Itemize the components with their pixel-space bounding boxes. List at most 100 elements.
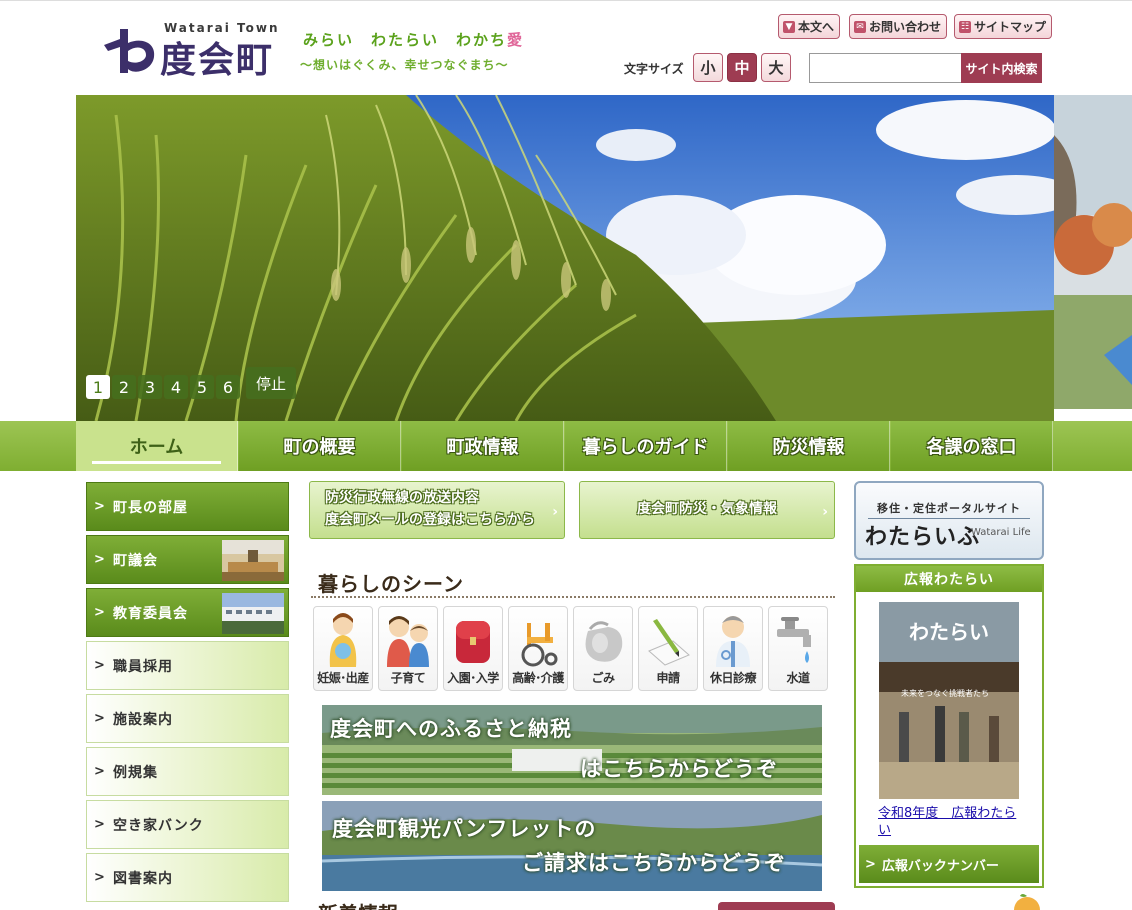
chevron-right-icon: ›	[552, 504, 558, 520]
scene-label: 妊娠･出産	[317, 671, 369, 685]
site-search-button[interactable]: サイト内検索	[961, 53, 1042, 83]
slide-page-3[interactable]: 3	[138, 375, 162, 399]
newsletter-back-numbers-button[interactable]: > 広報バックナンバー	[859, 845, 1039, 883]
slide-page-1[interactable]: 1	[86, 375, 110, 399]
scene-label: 高齢･介護	[512, 671, 564, 685]
tourism-pamphlet-banner[interactable]: 度会町観光パンフレットの ご請求はこちらからどうぞ	[322, 801, 822, 891]
banner-line-1: 防災行政無線の放送内容	[325, 490, 479, 507]
scene-section-title: 暮らしのシーン	[318, 572, 464, 596]
scene-pregnancy[interactable]: 妊娠･出産	[313, 606, 373, 691]
scene-elderly-care[interactable]: 高齢･介護	[508, 606, 568, 691]
left-menu-label: 教育委員会	[113, 605, 188, 622]
font-size-label: 文字サイズ	[624, 62, 684, 76]
hero-next-slide-preview	[1054, 95, 1132, 409]
sitemap-button[interactable]: ☷ サイトマップ	[954, 14, 1053, 39]
newsletter-cover[interactable]: わたらい 未来をつなぐ挑戦者たち	[879, 602, 1019, 799]
scene-label: 休日診療	[709, 671, 757, 685]
wheelchair-icon	[521, 623, 558, 667]
nav-disaster-info[interactable]: 防災情報	[728, 421, 890, 471]
font-size-large-button[interactable]: 大	[761, 53, 791, 82]
left-menu-library[interactable]: > 図書案内	[86, 853, 289, 902]
chevron-right-icon: >	[94, 711, 106, 726]
left-menu-facilities[interactable]: > 施設案内	[86, 694, 289, 743]
left-menu-vacant-house-bank[interactable]: > 空き家バンク	[86, 800, 289, 849]
nav-living-guide[interactable]: 暮らしのガイド	[565, 421, 727, 471]
left-menu-label: 図書案内	[113, 870, 173, 887]
left-menu-ordinances[interactable]: > 例規集	[86, 747, 289, 796]
site-search-input[interactable]	[809, 53, 962, 83]
left-menu-recruitment[interactable]: > 職員採用	[86, 641, 289, 690]
nav-departments[interactable]: 各課の窓口	[891, 421, 1053, 471]
newsletter-link[interactable]: 令和8年度 広報わたらい	[878, 806, 1028, 840]
slider-stop-button[interactable]: 停止	[246, 367, 296, 399]
migration-portal-banner[interactable]: 移住・定住ポータルサイト わたらいふ Watarai Life	[854, 481, 1044, 560]
town-emblem-icon	[104, 29, 155, 73]
assembly-hall-thumbnail	[222, 540, 284, 581]
mascot-icon	[1014, 894, 1040, 910]
skip-to-content-button[interactable]: ▼ 本文へ	[778, 14, 841, 39]
left-menu-label: 例規集	[113, 764, 158, 781]
scene-water-supply[interactable]: 水道	[768, 606, 828, 691]
scene-holiday-clinic[interactable]: 休日診療	[703, 606, 763, 691]
scene-garbage[interactable]: ごみ	[573, 606, 633, 691]
furusato-tax-banner[interactable]: 度会町へのふるさと納税 はこちらからどうぞ	[322, 705, 822, 795]
school-backpack-icon	[456, 621, 490, 663]
newsletter-title: 広報わたらい	[856, 566, 1042, 592]
scene-school-entry[interactable]: 入園･入学	[443, 606, 503, 691]
chevron-right-icon: >	[94, 817, 106, 832]
left-menu-label: 施設案内	[113, 711, 173, 728]
slide-page-4[interactable]: 4	[164, 375, 188, 399]
banner-line-1: 度会町観光パンフレットの	[332, 817, 597, 841]
pregnant-woman-icon	[329, 613, 357, 667]
nav-home[interactable]: ホーム	[76, 421, 238, 471]
left-menu-label: 空き家バンク	[113, 817, 204, 834]
scene-label: 入園･入学	[447, 671, 499, 685]
left-menu-education-board[interactable]: > 教育委員会	[86, 588, 289, 637]
pen-paper-icon	[648, 619, 690, 666]
sub-catchphrase: 〜想いはぐくみ、幸せつなぐまち〜	[300, 58, 509, 72]
site-logo[interactable]: Watarai Town 度会町	[98, 21, 288, 81]
section-divider	[311, 596, 835, 598]
scene-label: 水道	[786, 671, 810, 685]
chevron-right-icon: >	[94, 870, 106, 885]
sitemap-label: サイトマップ	[974, 20, 1047, 34]
newsletter-box: 広報わたらい わたらい 未来をつなぐ挑戦者たち 令和8年度 広報わたらい > 広…	[854, 564, 1044, 888]
slide-page-5[interactable]: 5	[190, 375, 214, 399]
banner-label: 度会町防災・気象情報	[637, 501, 777, 518]
cover-caption: 未来をつなぐ挑戦者たち	[901, 689, 989, 698]
portal-english: Watarai Life	[971, 527, 1031, 538]
news-list-button[interactable]	[718, 902, 835, 910]
global-nav: ホーム 町の概要 町政情報 暮らしのガイド 防災情報 各課の窓口	[0, 421, 1132, 471]
slide-page-6[interactable]: 6	[216, 375, 240, 399]
font-size-medium-button[interactable]: 中	[727, 53, 757, 82]
chevron-right-icon: >	[94, 499, 106, 514]
font-size-small-button[interactable]: 小	[693, 53, 723, 82]
nav-town-overview[interactable]: 町の概要	[239, 421, 401, 471]
garbage-bag-icon	[585, 621, 623, 662]
left-menu-mayor[interactable]: > 町長の部屋	[86, 482, 289, 531]
slide-page-2[interactable]: 2	[112, 375, 136, 399]
chevron-right-icon: >	[94, 658, 106, 673]
scene-childcare[interactable]: 子育て	[378, 606, 438, 691]
logo-japanese: 度会町	[160, 40, 275, 81]
left-menu-label: 町長の部屋	[113, 499, 188, 516]
school-thumbnail	[222, 593, 284, 634]
portal-subtitle: 移住・定住ポータルサイト	[877, 502, 1021, 515]
mail-icon: ✉	[854, 20, 866, 33]
banner-line-2: はこちらからどうぞ	[580, 757, 778, 781]
scene-applications[interactable]: 申請	[638, 606, 698, 691]
contact-button[interactable]: ✉ お問い合わせ	[849, 14, 948, 39]
left-menu-assembly[interactable]: > 町議会	[86, 535, 289, 584]
banner-text: 防災行政無線の放送内容 度会町メールの登録はこちらから	[325, 488, 535, 531]
disaster-weather-banner[interactable]: 度会町防災・気象情報 ›	[579, 481, 835, 539]
back-numbers-label: 広報バックナンバー	[881, 858, 999, 874]
nav-town-administration[interactable]: 町政情報	[402, 421, 564, 471]
contact-label: お問い合わせ	[869, 20, 942, 34]
catchphrase: みらい わたらい わかち愛	[303, 29, 524, 50]
chevron-right-icon: >	[94, 764, 106, 779]
cover-title: わたらい	[909, 620, 989, 644]
catchphrase-main: みらい わたらい わかち	[303, 31, 508, 49]
disaster-broadcast-banner[interactable]: 防災行政無線の放送内容 度会町メールの登録はこちらから ›	[309, 481, 565, 539]
sitemap-icon: ☷	[959, 20, 971, 33]
faucet-icon	[777, 617, 811, 663]
